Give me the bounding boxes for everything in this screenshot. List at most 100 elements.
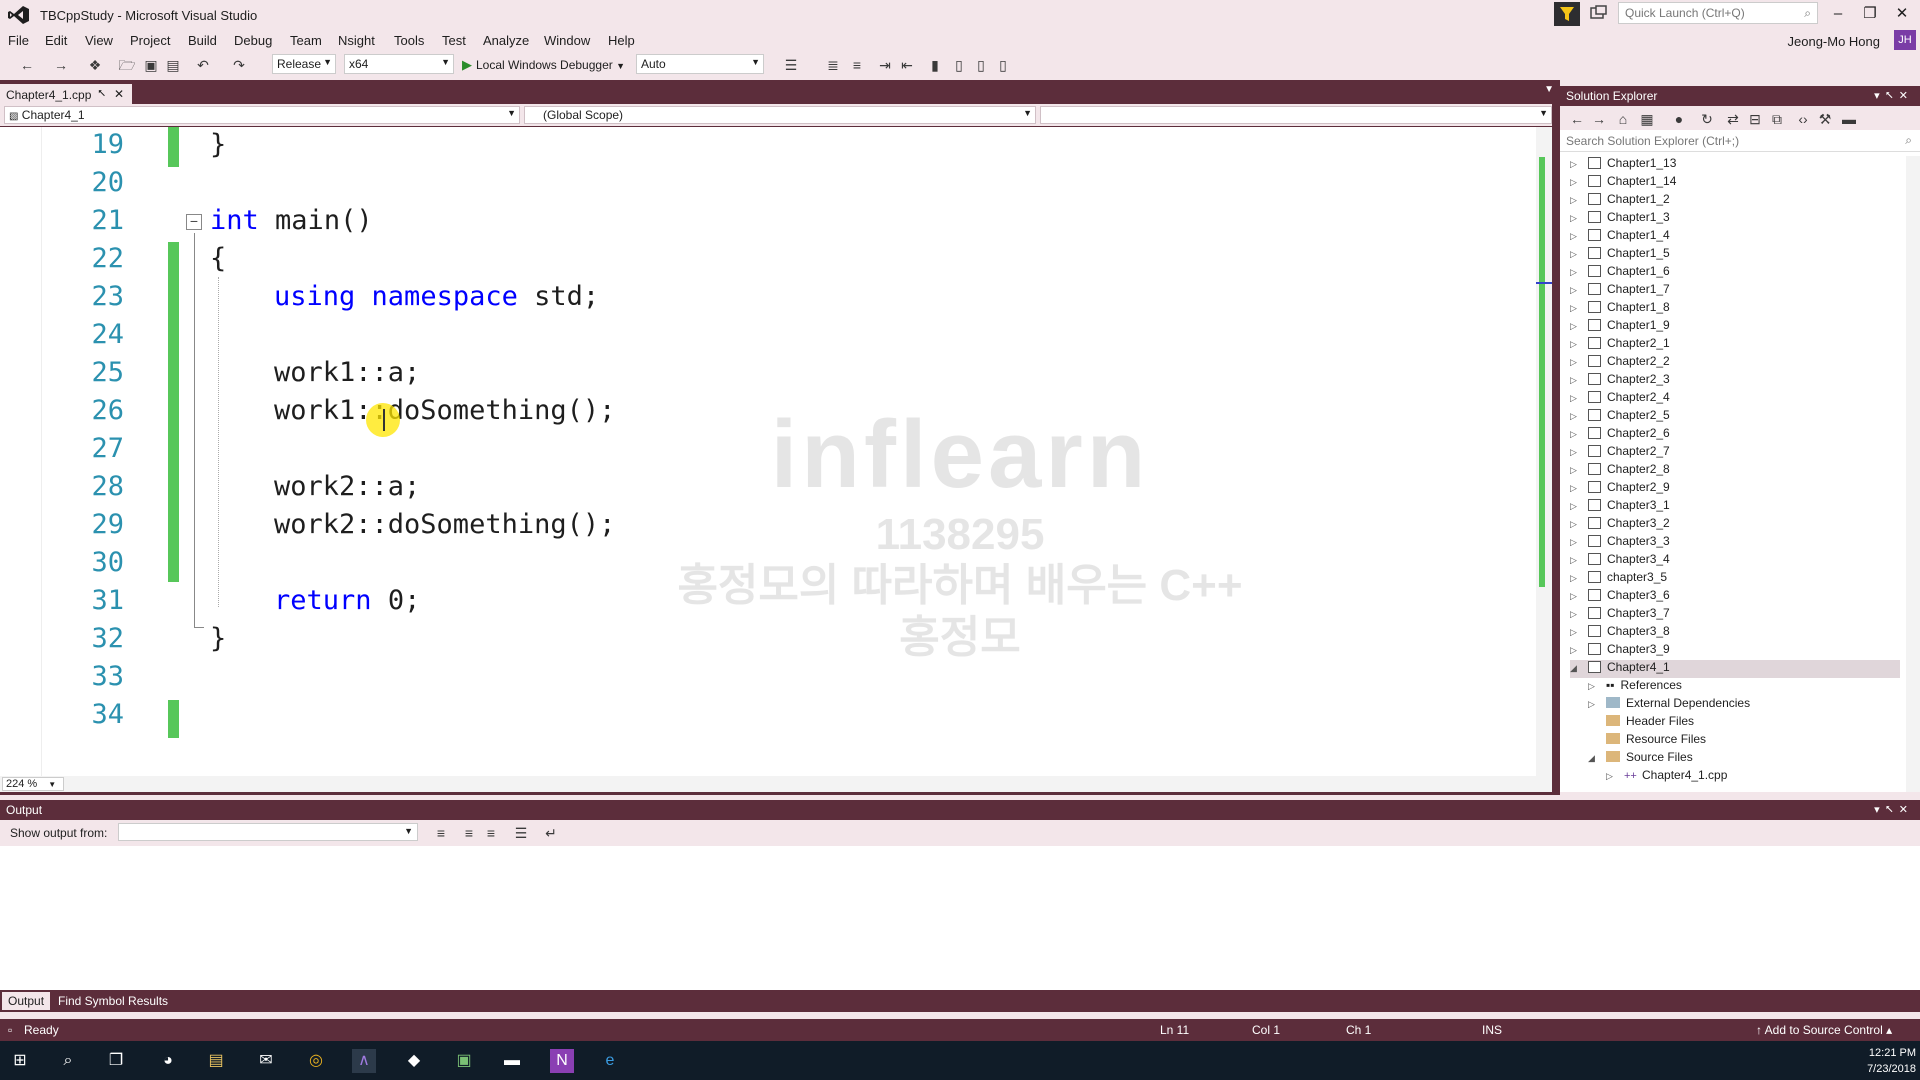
forward-icon[interactable]: → [1590, 110, 1608, 128]
find-icon[interactable]: ☰ [782, 56, 800, 74]
tree-item[interactable]: ▷ Chapter2_7 [1570, 444, 1670, 462]
tree-item[interactable]: ▷ Chapter3_1 [1570, 498, 1670, 516]
new-project-icon[interactable]: ❖ [86, 56, 104, 74]
tree-item[interactable]: ▷ Chapter3_4 [1570, 552, 1670, 570]
tree-item-source-file[interactable]: ▷ ++ Chapter4_1.cpp [1606, 768, 1727, 786]
previous-message-icon[interactable]: ≡ [460, 824, 478, 842]
git-icon[interactable]: ◆ [402, 1049, 426, 1073]
tree-item[interactable]: ▷ Chapter2_4 [1570, 390, 1670, 408]
pending-changes-icon[interactable]: ● [1670, 110, 1688, 128]
start-debugger-button[interactable]: ▶ Local Windows Debugger ▼ [462, 57, 625, 73]
tree-item-header-files[interactable]: Header Files [1588, 714, 1694, 732]
chevron-down-icon[interactable]: ▼ [616, 61, 625, 71]
indent-icon[interactable]: ⇥ [876, 56, 894, 74]
tree-item[interactable]: ▷ Chapter1_5 [1570, 246, 1670, 264]
panel-controls-icon[interactable]: ▾⭦✕ [1874, 89, 1914, 103]
tree-item[interactable]: ▷ Chapter1_13 [1570, 156, 1676, 174]
undo-icon[interactable]: ↶ [194, 56, 212, 74]
tab-output[interactable]: Output [2, 992, 51, 1010]
bookmark-icon[interactable]: ▮ [926, 56, 944, 74]
solution-explorer-scrollbar[interactable] [1906, 156, 1920, 792]
save-all-icon[interactable]: ▤ [164, 56, 182, 74]
tree-item[interactable]: ▷ Chapter1_2 [1570, 192, 1670, 210]
code-text[interactable]: } int main() { using namespace std; work… [0, 127, 1520, 777]
back-icon[interactable]: ← [18, 56, 36, 74]
tree-item[interactable]: ▷ Chapter3_6 [1570, 588, 1670, 606]
source-control-button[interactable]: ↑ Add to Source Control ▴ [1756, 1023, 1892, 1037]
close-icon[interactable]: ✕ [114, 87, 124, 101]
preview-icon[interactable]: ▬ [1840, 110, 1858, 128]
tree-item[interactable]: ▷ Chapter3_3 [1570, 534, 1670, 552]
menu-window[interactable]: Window [544, 33, 590, 48]
tab-chapter4-1-cpp[interactable]: Chapter4_1.cpp ⭦ ✕ [0, 84, 132, 104]
minimize-button[interactable]: – [1824, 3, 1852, 25]
scope-select[interactable]: (Global Scope) ▼ [524, 106, 1036, 124]
clear-bookmarks-icon[interactable]: ▯ [994, 56, 1012, 74]
menu-project[interactable]: Project [130, 33, 170, 48]
outdent-icon[interactable]: ⇤ [898, 56, 916, 74]
tree-item[interactable]: ▷ Chapter3_9 [1570, 642, 1670, 660]
tree-item-source-files[interactable]: ◢ Source Files [1588, 750, 1693, 768]
menu-file[interactable]: File [8, 33, 29, 48]
file-explorer-icon[interactable]: ▤ [204, 1049, 228, 1073]
previous-bookmark-icon[interactable]: ▯ [950, 56, 968, 74]
tree-item[interactable]: ▷ Chapter1_4 [1570, 228, 1670, 246]
tree-item-references[interactable]: ▷ ▪▪ References [1588, 678, 1682, 696]
forward-icon[interactable]: → [52, 56, 70, 74]
output-source-select[interactable]: ▼ [118, 823, 418, 841]
close-button[interactable]: ✕ [1888, 3, 1916, 25]
search-icon[interactable]: ⌕ [1905, 133, 1912, 148]
menu-view[interactable]: View [85, 33, 113, 48]
tree-item[interactable]: ▷ Chapter1_3 [1570, 210, 1670, 228]
tab-find-symbol-results[interactable]: Find Symbol Results [52, 992, 174, 1010]
search-icon[interactable]: ⌕ [1804, 6, 1811, 21]
comment-icon[interactable]: ≣ [824, 56, 842, 74]
search-icon[interactable]: ⌕ [56, 1049, 80, 1073]
project-scope-select[interactable]: ▧ Chapter4_1 ▼ [4, 106, 520, 124]
find-message-icon[interactable]: ≡ [432, 824, 450, 842]
app-icon[interactable]: ◕ [156, 1049, 180, 1073]
task-view-icon[interactable]: ❐ [104, 1049, 128, 1073]
properties-icon[interactable]: ⚒ [1816, 110, 1834, 128]
tree-item-resource-files[interactable]: Resource Files [1588, 732, 1706, 750]
menu-build[interactable]: Build [188, 33, 217, 48]
menu-debug[interactable]: Debug [234, 33, 272, 48]
menu-nsight[interactable]: Nsight [338, 33, 375, 48]
redo-icon[interactable]: ↷ [230, 56, 248, 74]
windows-start-icon[interactable]: ⊞ [8, 1049, 32, 1073]
tree-item[interactable]: ▷ chapter3_5 [1570, 570, 1667, 588]
system-clock[interactable]: 12:21 PM 7/23/2018 [1867, 1045, 1916, 1077]
switch-views-icon[interactable]: ▦ [1638, 110, 1656, 128]
tree-item[interactable]: ▷ Chapter3_2 [1570, 516, 1670, 534]
solution-configuration-select[interactable]: Release ▼ [272, 54, 336, 74]
menu-test[interactable]: Test [442, 33, 466, 48]
next-message-icon[interactable]: ≡ [482, 824, 500, 842]
tree-item[interactable]: ▷ Chapter1_7 [1570, 282, 1670, 300]
terminal-icon[interactable]: ▬ [500, 1049, 524, 1073]
tree-item[interactable]: ▷ Chapter1_14 [1570, 174, 1676, 192]
tree-item-selected-project[interactable]: ◢ Chapter4_1 [1570, 660, 1900, 678]
menu-team[interactable]: Team [290, 33, 322, 48]
tree-item[interactable]: ▷ Chapter2_6 [1570, 426, 1670, 444]
uncomment-icon[interactable]: ≡ [848, 56, 866, 74]
visual-studio-icon[interactable]: ∧ [352, 1049, 376, 1073]
mail-icon[interactable]: ✉ [254, 1049, 278, 1073]
tree-item-external-dependencies[interactable]: ▷ External Dependencies [1588, 696, 1750, 714]
tree-item[interactable]: ▷ Chapter1_8 [1570, 300, 1670, 318]
history-icon[interactable]: ↻ [1698, 110, 1716, 128]
menu-analyze[interactable]: Analyze [483, 33, 529, 48]
menu-edit[interactable]: Edit [45, 33, 67, 48]
tree-item[interactable]: ▷ Chapter1_9 [1570, 318, 1670, 336]
quick-launch-input[interactable]: Quick Launch (Ctrl+Q) ⌕ [1618, 2, 1818, 24]
onenote-icon[interactable]: N [550, 1049, 574, 1073]
word-wrap-icon[interactable]: ↵ [542, 824, 560, 842]
tree-item[interactable]: ▷ Chapter3_8 [1570, 624, 1670, 642]
tree-item[interactable]: ▷ Chapter2_2 [1570, 354, 1670, 372]
tree-item[interactable]: ▷ Chapter2_5 [1570, 408, 1670, 426]
vertical-scrollbar[interactable] [1536, 127, 1552, 777]
tree-item[interactable]: ▷ Chapter2_9 [1570, 480, 1670, 498]
member-select[interactable]: ▼ [1040, 106, 1552, 124]
avatar[interactable]: JH [1894, 30, 1916, 50]
chrome-icon[interactable]: ◎ [304, 1049, 328, 1073]
restore-button[interactable]: ❐ [1856, 3, 1884, 25]
